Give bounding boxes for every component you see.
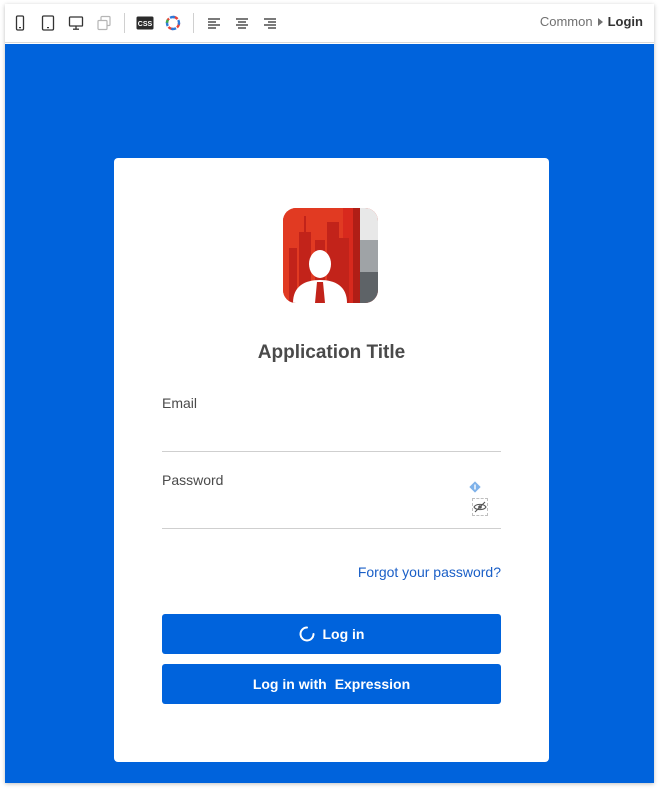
align-left-icon[interactable]	[204, 13, 224, 33]
login-button[interactable]: Log in	[162, 614, 501, 654]
color-wheel-icon[interactable]	[163, 13, 183, 33]
forgot-password-link[interactable]: Forgot your password?	[358, 564, 501, 580]
login-with-expression-button[interactable]: Log in with Expression	[162, 664, 501, 704]
toggle-password-visibility-button[interactable]	[472, 498, 488, 516]
desktop-icon[interactable]	[66, 13, 86, 33]
login-card: Application Title Email Password Forgot …	[114, 158, 549, 762]
align-right-icon[interactable]	[260, 13, 280, 33]
toolbar-separator	[193, 13, 194, 33]
info-diamond-icon	[468, 480, 482, 494]
email-field[interactable]	[162, 422, 501, 452]
align-center-icon[interactable]	[232, 13, 252, 33]
phone-icon[interactable]	[10, 13, 30, 33]
toolbar-separator	[124, 13, 125, 33]
css-icon[interactable]: CSS	[135, 13, 155, 33]
breadcrumb-parent[interactable]: Common	[540, 14, 593, 29]
password-label: Password	[162, 472, 224, 488]
tablet-icon[interactable]	[38, 13, 58, 33]
top-toolbar: CSS Common Login	[5, 4, 654, 43]
login-button-label: Log in	[322, 626, 365, 642]
loading-spinner-icon	[299, 626, 314, 642]
login-expression-prefix: Log in with	[252, 676, 327, 692]
password-field[interactable]	[162, 499, 501, 529]
breadcrumb-current: Login	[607, 14, 643, 29]
page-frame: CSS Common Login Application Title Email…	[5, 4, 654, 783]
eye-slash-icon	[473, 501, 487, 513]
css-icon-label: CSS	[138, 21, 153, 28]
page-canvas: Application Title Email Password Forgot …	[5, 44, 654, 783]
breadcrumb-caret-icon	[597, 17, 603, 26]
email-label: Email	[162, 395, 198, 411]
app-title: Application Title	[257, 342, 406, 363]
app-logo-icon	[283, 208, 378, 303]
login-expression-suffix: Expression	[334, 676, 411, 692]
breadcrumb: Common Login	[540, 14, 643, 29]
layers-icon[interactable]	[94, 13, 114, 33]
